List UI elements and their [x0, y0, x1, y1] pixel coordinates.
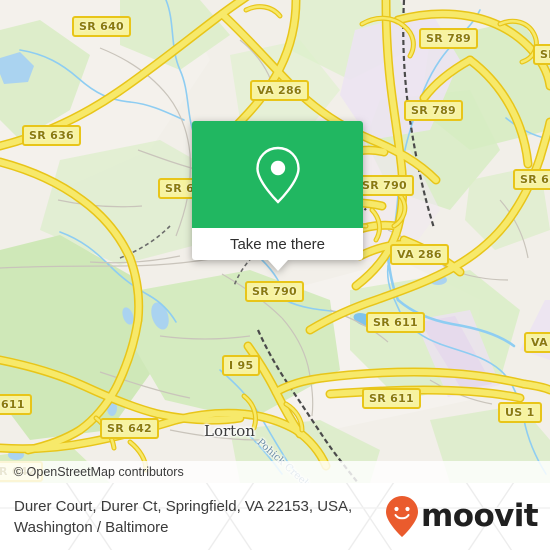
road-shield: SR 642 — [100, 418, 159, 439]
address-text: Durer Court, Durer Ct, Springfield, VA 2… — [14, 496, 385, 538]
osm-attribution-text: © OpenStreetMap contributors — [14, 465, 184, 479]
road-shield: VA 286 — [250, 80, 309, 101]
road-shield: SR 640 — [72, 16, 131, 37]
moovit-wordmark: moovit — [421, 498, 539, 534]
map-canvas[interactable]: SR 640SR 636SR 64VA 286SR 789SR 789SRSR … — [0, 0, 550, 483]
take-me-there-button[interactable]: Take me there — [192, 228, 363, 260]
road-shield: VA 286 — [390, 244, 449, 265]
road-shield: SR 790 — [355, 175, 414, 196]
callout-icon-panel — [192, 121, 363, 228]
road-shield: I 95 — [222, 355, 261, 376]
location-callout-card[interactable]: Take me there — [192, 121, 363, 271]
road-shield: 611 — [0, 394, 32, 415]
take-me-there-label: Take me there — [229, 235, 326, 253]
road-shield: SR 790 — [245, 281, 304, 302]
road-shield: SR 611 — [362, 388, 421, 409]
road-shield: US 1 — [498, 402, 542, 423]
moovit-pin-icon — [386, 495, 419, 537]
address-line-2: Washington / Baltimore — [14, 518, 169, 536]
footer-bar: Durer Court, Durer Ct, Springfield, VA 2… — [0, 483, 550, 550]
callout-tail — [268, 260, 288, 271]
road-shield: SR 789 — [404, 100, 463, 121]
road-shield: SR 611 — [513, 169, 550, 190]
place-label: Lorton — [204, 422, 255, 440]
moovit-logo[interactable]: moovit — [385, 495, 539, 539]
road-shield: VA 2 — [524, 332, 550, 353]
osm-attribution-bar: © OpenStreetMap contributors — [0, 461, 550, 483]
road-shield: SR — [533, 44, 550, 65]
moovit-map-screenshot: SR 640SR 636SR 64VA 286SR 789SR 789SRSR … — [0, 0, 550, 550]
road-shield: SR 789 — [419, 28, 478, 49]
map-pin-icon — [255, 146, 300, 204]
road-shield: SR 611 — [366, 312, 425, 333]
address-line-1: Durer Court, Durer Ct, Springfield, VA 2… — [14, 497, 353, 515]
road-shield: SR 636 — [22, 125, 81, 146]
